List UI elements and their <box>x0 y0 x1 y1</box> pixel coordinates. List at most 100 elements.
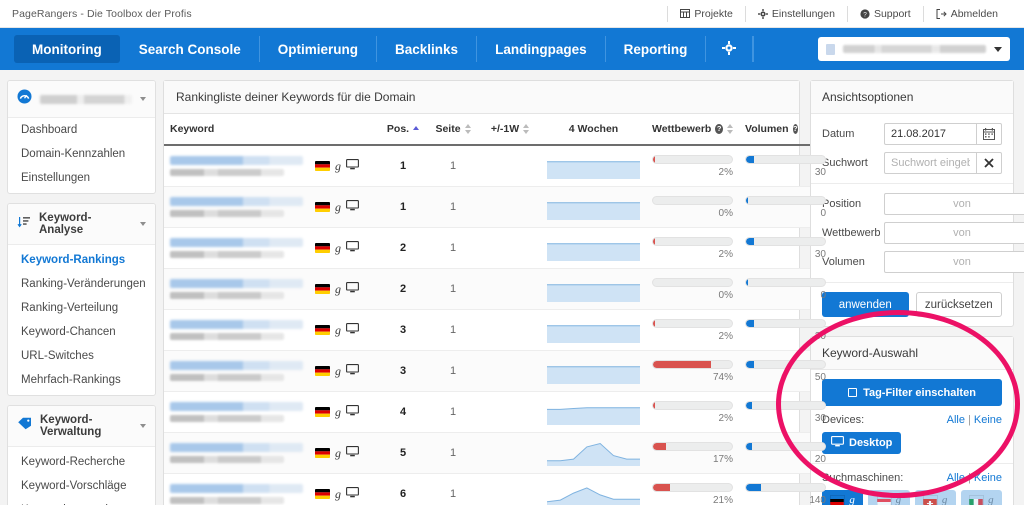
table-row[interactable]: g 5 1 17% 20 <box>164 432 832 474</box>
col-seite[interactable]: Seite <box>427 114 479 146</box>
chevron-down-icon <box>140 424 146 428</box>
position-range-row: Position - <box>822 193 1024 215</box>
sidebar-group-header-domain[interactable] <box>8 81 155 118</box>
sidebar-group-header-keyword-verwaltung[interactable]: Keyword-Verwaltung <box>8 406 155 447</box>
table-row[interactable]: g 4 1 2% 30 <box>164 391 832 433</box>
nav-tab-optimierung[interactable]: Optimierung <box>260 36 378 62</box>
utility-link-abmelden[interactable]: Abmelden <box>922 5 1010 22</box>
cell-keyword[interactable] <box>164 227 309 269</box>
cell-trend <box>541 309 646 351</box>
sidebar-item-keyword-recherche[interactable]: Keyword-Recherche <box>8 447 155 474</box>
sidebar-item-ranking-verteilung[interactable]: Ranking-Verteilung <box>8 296 155 320</box>
sidebar-item-domain-kennzahlen[interactable]: Domain-Kennzahlen <box>8 142 155 166</box>
cell-keyword[interactable] <box>164 309 309 351</box>
table-row[interactable]: g 2 1 0% 0 <box>164 268 832 310</box>
table-row[interactable]: g 1 1 0% 0 <box>164 186 832 228</box>
nav-tab-reporting[interactable]: Reporting <box>606 36 707 62</box>
devices-all-link[interactable]: Alle <box>947 414 965 426</box>
volumen-meter <box>745 237 826 246</box>
tag-filter-button[interactable]: Tag-Filter einschalten <box>822 379 1002 406</box>
wettbewerb-value: 2% <box>718 413 733 424</box>
cell-keyword[interactable] <box>164 350 309 392</box>
device-button-desktop[interactable]: Desktop <box>822 432 902 454</box>
nav-tab-monitoring[interactable]: Monitoring <box>14 35 120 63</box>
suchwort-row: Suchwort <box>822 152 1002 174</box>
search-engine-button-it[interactable]: g <box>960 490 1002 505</box>
sidebar-item-keywords-verwalten[interactable]: Keywords verwalten <box>8 498 155 505</box>
position-from-input[interactable] <box>884 193 1024 215</box>
engines-none-link[interactable]: Keine <box>974 472 1002 484</box>
cell-keyword[interactable] <box>164 186 309 228</box>
col-pos[interactable]: Pos. <box>379 114 427 146</box>
keyword-url-redacted <box>170 333 285 340</box>
cell-keyword[interactable] <box>164 432 309 474</box>
sidebar-item-keyword-chancen[interactable]: Keyword-Chancen <box>8 320 155 344</box>
cell-delta-1w <box>479 309 541 351</box>
utility-link-einstellungen[interactable]: Einstellungen <box>744 5 847 22</box>
account-selector[interactable] <box>818 37 1010 61</box>
help-icon[interactable]: ? <box>792 124 798 134</box>
engines-all-link[interactable]: Alle <box>947 472 965 484</box>
nav-tab-backlinks[interactable]: Backlinks <box>377 36 478 62</box>
sidebar-group-header-keyword-analyse[interactable]: Keyword-Analyse <box>8 204 155 245</box>
search-engine-button-at[interactable]: g <box>868 490 910 505</box>
sidebar-item-keyword-vorschlaege[interactable]: Keyword-Vorschläge <box>8 474 155 498</box>
sidebar-group-domain: Dashboard Domain-Kennzahlen Einstellunge… <box>7 80 156 194</box>
engine-google-icon: g <box>849 494 855 505</box>
utility-link-projekte[interactable]: Projekte <box>667 5 745 22</box>
search-engine-button-ch[interactable]: g <box>914 490 956 505</box>
cell-keyword[interactable] <box>164 145 309 187</box>
table-row[interactable]: g 6 1 21% 140 <box>164 473 832 505</box>
brand-title: PageRangers - Die Toolbox der Profis <box>12 7 192 20</box>
apply-button[interactable]: anwenden <box>822 292 909 317</box>
utility-link-support[interactable]: ? Support <box>846 5 923 22</box>
col-delta-1w[interactable]: +/-1W <box>479 114 541 146</box>
devices-none-link[interactable]: Keine <box>974 414 1002 426</box>
suchwort-input[interactable] <box>884 152 977 174</box>
cell-device: g <box>309 473 379 505</box>
sidebar-item-dashboard[interactable]: Dashboard <box>8 118 155 142</box>
engine-google-icon: g <box>335 363 341 378</box>
cell-trend <box>541 350 646 392</box>
table-row[interactable]: g 2 1 2% 30 <box>164 227 832 269</box>
volumen-value: 30 <box>814 331 826 342</box>
sidebar-item-einstellungen[interactable]: Einstellungen <box>8 166 155 193</box>
wettbewerb-meter <box>652 196 733 205</box>
engine-google-icon: g <box>941 494 948 505</box>
cell-wettbewerb: 2% <box>646 227 739 269</box>
col-keyword[interactable]: Keyword <box>164 114 309 146</box>
calendar-icon[interactable] <box>977 123 1002 145</box>
volumen-from-input[interactable] <box>884 251 1024 273</box>
sidebar-item-keyword-rankings[interactable]: Keyword-Rankings <box>8 245 155 272</box>
nav-tab-search-console[interactable]: Search Console <box>121 36 260 62</box>
table-row[interactable]: g 3 1 2% 30 <box>164 309 832 351</box>
table-row[interactable]: g 3 1 74% 50 <box>164 350 832 392</box>
table-row[interactable]: g 1 1 2% 30 <box>164 145 832 187</box>
reset-button[interactable]: zurücksetzen <box>915 292 1002 317</box>
search-engine-button-de[interactable]: g <box>822 490 864 505</box>
cell-keyword[interactable] <box>164 391 309 433</box>
main-nav: Monitoring Search Console Optimierung Ba… <box>0 28 1024 70</box>
sidebar-item-url-switches[interactable]: URL-Switches <box>8 344 155 368</box>
datum-input[interactable] <box>884 123 977 145</box>
col-wettbewerb[interactable]: Wettbewerb ? <box>646 114 739 146</box>
sidebar-item-mehrfach-rankings[interactable]: Mehrfach-Rankings <box>8 368 155 395</box>
nav-settings-button[interactable] <box>706 36 754 62</box>
help-icon[interactable]: ? <box>715 124 723 134</box>
cell-keyword[interactable] <box>164 473 309 505</box>
sidebar-item-ranking-veraenderungen[interactable]: Ranking-Veränderungen <box>8 272 155 296</box>
cell-keyword[interactable] <box>164 268 309 310</box>
view-options-title: Ansichtsoptionen <box>811 81 1013 114</box>
cell-position: 6 <box>379 473 427 505</box>
sidebar: Dashboard Domain-Kennzahlen Einstellunge… <box>0 70 163 505</box>
nav-tab-landingpages[interactable]: Landingpages <box>477 36 606 62</box>
clear-x-icon[interactable] <box>977 152 1002 174</box>
chevron-down-icon <box>140 97 146 101</box>
gear-icon <box>722 40 737 58</box>
engines-label: Suchmaschinen: <box>822 472 904 484</box>
cell-seite: 1 <box>427 186 479 228</box>
cell-seite: 1 <box>427 227 479 269</box>
wettbewerb-from-input[interactable] <box>884 222 1024 244</box>
cell-device: g <box>309 432 379 474</box>
options-divider <box>811 183 1013 184</box>
